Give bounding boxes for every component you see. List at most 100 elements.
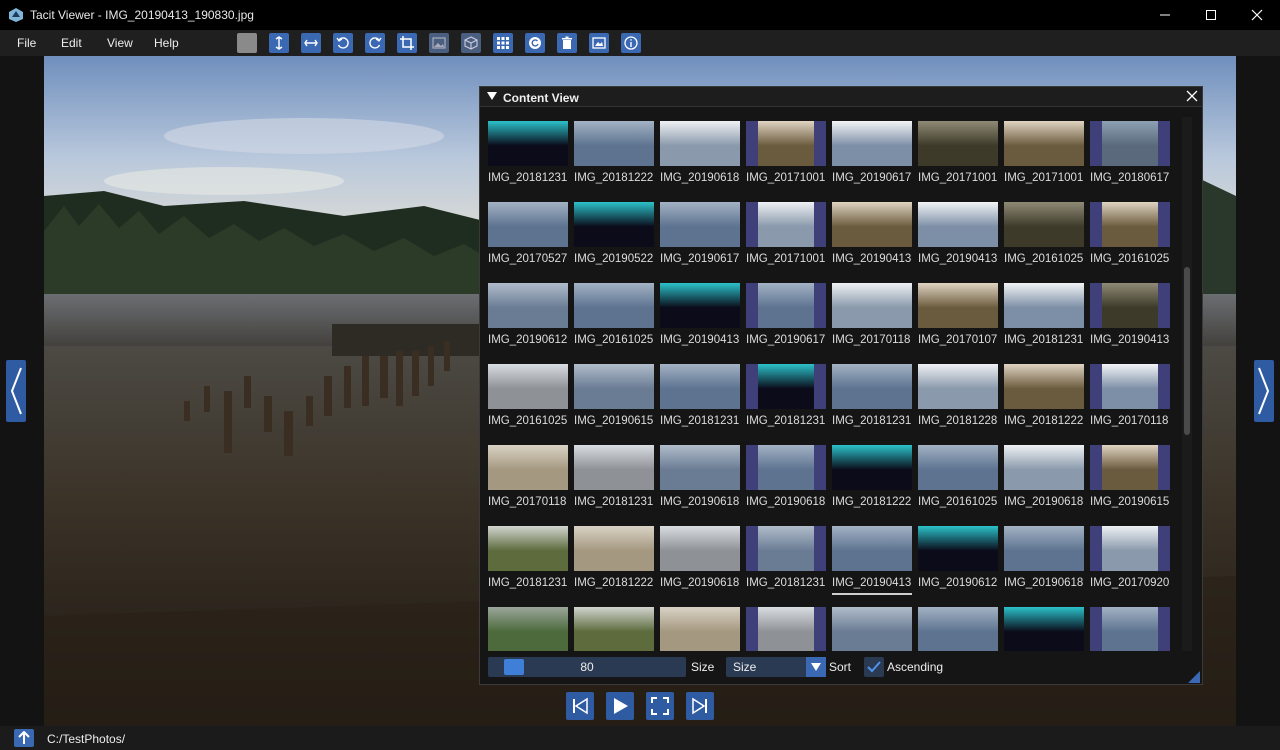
thumbnail-item[interactable]: IMG_20190413 — [832, 526, 912, 596]
desktop-image-button[interactable] — [589, 33, 609, 53]
thumbnail-item[interactable] — [746, 607, 826, 651]
thumbnail-item[interactable]: IMG_20190522 — [574, 202, 654, 272]
info-button[interactable] — [621, 33, 641, 53]
previous-image-button[interactable] — [6, 360, 26, 422]
thumbnail-item[interactable]: IMG_20190618 — [660, 445, 740, 515]
thumbnail-item[interactable]: IMG_20171001 — [1004, 121, 1084, 191]
ascending-checkbox[interactable] — [864, 657, 884, 677]
collapse-triangle-icon[interactable] — [487, 92, 497, 101]
fit-height-button[interactable] — [269, 33, 289, 53]
parent-folder-button[interactable] — [14, 729, 34, 747]
thumbnail-caption: IMG_20190618 — [746, 496, 826, 508]
thumbnail-item[interactable]: IMG_20190618 — [1004, 526, 1084, 596]
thumbnail-item[interactable]: IMG_20161025 — [488, 364, 568, 434]
thumbnail-item[interactable] — [488, 607, 568, 651]
delete-button[interactable] — [557, 33, 577, 53]
thumbnail-caption: IMG_20171001 — [746, 172, 826, 184]
thumbnail-item[interactable]: IMG_20190615 — [574, 364, 654, 434]
thumbnail-item[interactable]: IMG_20171001 — [746, 202, 826, 272]
thumbnail-item[interactable]: IMG_20181222 — [574, 121, 654, 191]
thumbnail-item[interactable]: IMG_20190617 — [832, 121, 912, 191]
thumbnail-item[interactable]: IMG_20181228 — [918, 364, 998, 434]
thumbnail-item[interactable]: IMG_20190618 — [660, 121, 740, 191]
dropdown-button[interactable] — [806, 657, 826, 677]
thumbnail-item[interactable]: IMG_20190413 — [918, 202, 998, 272]
thumbnail-item[interactable]: IMG_20190618 — [746, 445, 826, 515]
thumbnail-item[interactable] — [1090, 607, 1170, 651]
menu-help[interactable]: Help — [154, 36, 179, 50]
thumbnail-item[interactable]: IMG_20181231 — [832, 364, 912, 434]
thumbnail-item[interactable]: IMG_20181231 — [1004, 283, 1084, 353]
thumbnail-item[interactable]: IMG_20190413 — [1090, 283, 1170, 353]
thumbnail-item[interactable] — [574, 607, 654, 651]
thumbnail-item[interactable]: IMG_20181231 — [746, 526, 826, 596]
thumbnail-item[interactable]: IMG_20181231 — [574, 445, 654, 515]
thumbnail-item[interactable]: IMG_20170118 — [832, 283, 912, 353]
thumbnail-item[interactable]: IMG_20161025 — [918, 445, 998, 515]
thumbnail-item[interactable]: IMG_20181231 — [488, 526, 568, 596]
thumbnail-item[interactable] — [832, 607, 912, 651]
fullscreen-button[interactable] — [646, 692, 674, 720]
thumbnail-item[interactable] — [918, 607, 998, 651]
reset-button[interactable] — [525, 33, 545, 53]
thumbnail-image — [918, 202, 998, 247]
thumbnail-item[interactable]: IMG_20181231 — [746, 364, 826, 434]
sort-label: Sort — [829, 660, 852, 674]
thumbnail-item[interactable]: IMG_20161025 — [1004, 202, 1084, 272]
image-icon — [432, 37, 446, 49]
thumbnail-item[interactable]: IMG_20170107 — [918, 283, 998, 353]
thumbnail-item[interactable] — [1004, 607, 1084, 651]
thumbnail-item[interactable]: IMG_20190413 — [832, 202, 912, 272]
first-image-button[interactable] — [566, 692, 594, 720]
thumbnail-item[interactable]: IMG_20181231 — [660, 364, 740, 434]
thumbnail-item[interactable]: IMG_20161025 — [574, 283, 654, 353]
thumbnail-item[interactable]: IMG_20190612 — [918, 526, 998, 596]
maximize-button[interactable] — [1188, 0, 1234, 30]
thumbnail-item[interactable]: IMG_20181222 — [832, 445, 912, 515]
next-image-button[interactable] — [1254, 360, 1274, 422]
minimize-button[interactable] — [1142, 0, 1188, 30]
thumbnail-item[interactable]: IMG_20170527 — [488, 202, 568, 272]
thumbnail-item[interactable]: IMG_20190615 — [1090, 445, 1170, 515]
thumbnail-item[interactable]: IMG_20190413 — [660, 283, 740, 353]
thumbnail-item[interactable]: IMG_20190617 — [746, 283, 826, 353]
thumbnail-item[interactable]: IMG_20171001 — [918, 121, 998, 191]
rotate-right-button[interactable] — [365, 33, 385, 53]
thumbnail-item[interactable]: IMG_20181222 — [574, 526, 654, 596]
crop-button[interactable] — [397, 33, 417, 53]
thumbnail-item[interactable]: IMG_20190617 — [660, 202, 740, 272]
content-view-header[interactable]: Content View — [480, 87, 1202, 107]
thumbnail-item[interactable]: IMG_20170118 — [488, 445, 568, 515]
background-color-button[interactable] — [237, 33, 257, 53]
thumbnail-size-slider[interactable]: 80 — [488, 657, 686, 677]
menu-view[interactable]: View — [107, 36, 133, 50]
close-window-button[interactable] — [1234, 0, 1280, 30]
last-image-button[interactable] — [686, 692, 714, 720]
thumbnail-item[interactable]: IMG_20190612 — [488, 283, 568, 353]
cube-button[interactable] — [461, 33, 481, 53]
thumbnail-item[interactable] — [660, 607, 740, 651]
grid-button[interactable] — [493, 33, 513, 53]
rotate-left-button[interactable] — [333, 33, 353, 53]
thumbnail-caption: IMG_20181231 — [574, 496, 654, 508]
thumbnail-image — [1004, 445, 1084, 490]
play-button[interactable] — [606, 692, 634, 720]
image-button[interactable] — [429, 33, 449, 53]
fit-width-button[interactable] — [301, 33, 321, 53]
menu-edit[interactable]: Edit — [61, 36, 82, 50]
resize-grip-icon[interactable] — [1188, 671, 1200, 683]
sort-select[interactable]: Size — [726, 657, 826, 677]
thumbnail-item[interactable]: IMG_20171001 — [746, 121, 826, 191]
thumbnail-item[interactable]: IMG_20190618 — [1004, 445, 1084, 515]
thumbnail-item[interactable]: IMG_20181222 — [1004, 364, 1084, 434]
thumbnail-item[interactable]: IMG_20161025 — [1090, 202, 1170, 272]
menu-file[interactable]: File — [17, 36, 36, 50]
thumbnail-item[interactable]: IMG_20170920 — [1090, 526, 1170, 596]
thumbnail-scrollbar[interactable] — [1182, 117, 1192, 651]
thumbnail-item[interactable]: IMG_20180617 — [1090, 121, 1170, 191]
thumbnail-item[interactable]: IMG_20170118 — [1090, 364, 1170, 434]
thumbnail-item[interactable]: IMG_20181231 — [488, 121, 568, 191]
close-icon[interactable] — [1186, 90, 1198, 102]
thumbnail-item[interactable]: IMG_20190618 — [660, 526, 740, 596]
scrollbar-thumb[interactable] — [1184, 267, 1190, 435]
